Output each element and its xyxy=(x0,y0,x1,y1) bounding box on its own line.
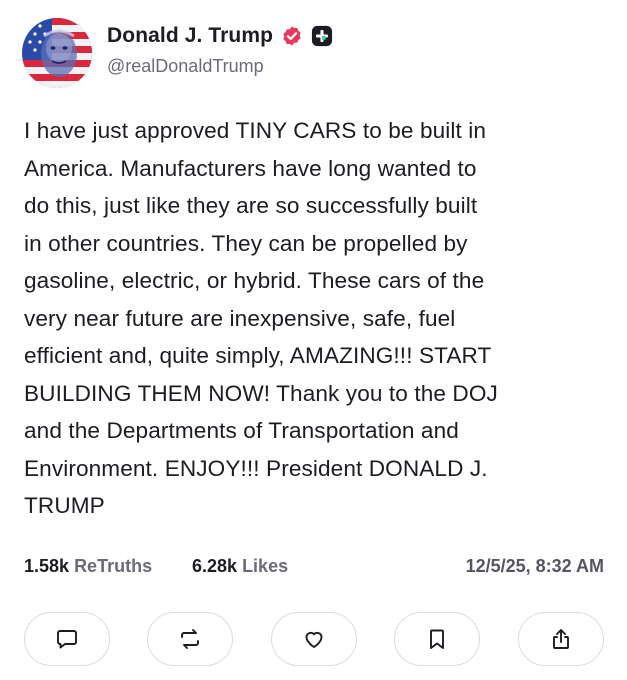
verified-badge-icon xyxy=(281,25,303,47)
post-body-text: I have just approved TINY CARS to be bui… xyxy=(24,118,498,518)
like-button[interactable] xyxy=(271,612,357,666)
avatar-image xyxy=(22,18,92,88)
author-name-row: Donald J. Trump xyxy=(107,22,333,50)
retruths-stat[interactable]: 1.58k ReTruths xyxy=(24,556,152,577)
bookmark-icon xyxy=(430,629,444,649)
likes-stat[interactable]: 6.28k Likes xyxy=(192,556,288,577)
author-display-name[interactable]: Donald J. Trump xyxy=(107,24,273,48)
avatar[interactable] xyxy=(22,18,92,88)
retruths-count: 1.58k xyxy=(24,556,70,576)
post-stats: 1.58k ReTruths 6.28k Likes 12/5/25, 8:32… xyxy=(24,556,604,582)
retruth-button[interactable] xyxy=(147,612,233,666)
likes-count: 6.28k xyxy=(192,556,238,576)
repost-icon xyxy=(181,629,199,649)
bookmark-button[interactable] xyxy=(394,612,480,666)
post-action-bar xyxy=(24,612,604,668)
retruths-label: ReTruths xyxy=(74,556,153,576)
post-header: Donald J. Trump @realDonaldTrump xyxy=(22,18,612,88)
author-handle[interactable]: @realDonaldTrump xyxy=(107,56,264,77)
share-icon xyxy=(553,629,569,649)
likes-label: Likes xyxy=(242,556,289,576)
share-button[interactable] xyxy=(518,612,604,666)
post-timestamp: 12/5/25, 8:32 AM xyxy=(465,556,604,576)
heart-icon xyxy=(305,631,323,648)
plus-badge-icon xyxy=(311,25,333,47)
reply-button[interactable] xyxy=(24,612,110,666)
comment-icon xyxy=(57,630,77,649)
